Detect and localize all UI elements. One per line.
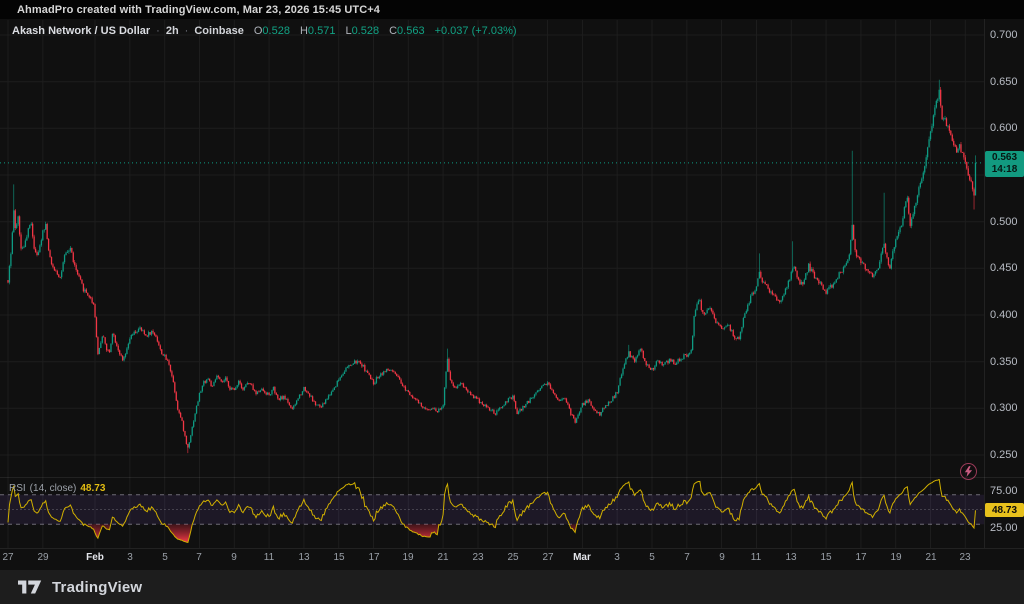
rsi-tick: 75.00 bbox=[990, 485, 1018, 497]
rsi-value-badge: 48.73 bbox=[985, 503, 1024, 517]
time-tick: 15 bbox=[322, 552, 356, 563]
time-tick: 7 bbox=[182, 552, 216, 563]
lightning-icon bbox=[964, 466, 973, 477]
time-tick-month: Feb bbox=[78, 552, 112, 563]
time-tick: 9 bbox=[705, 552, 739, 563]
price-tick: 0.300 bbox=[990, 402, 1018, 414]
price-tick: 0.650 bbox=[990, 76, 1018, 88]
tradingview-logo-icon[interactable] bbox=[18, 579, 44, 595]
ohlc-high: H0.571 bbox=[296, 25, 335, 37]
time-tick: 9 bbox=[217, 552, 251, 563]
exchange-label: Coinbase bbox=[194, 25, 244, 37]
price-change: +0.037 (+7.03%) bbox=[435, 25, 517, 37]
time-tick: 23 bbox=[948, 552, 982, 563]
time-tick: 3 bbox=[600, 552, 634, 563]
time-tick-month: Mar bbox=[565, 552, 599, 563]
chart-canvas[interactable] bbox=[0, 0, 1024, 604]
time-tick: 27 bbox=[531, 552, 565, 563]
bar-countdown: 14:18 bbox=[992, 164, 1018, 176]
price-tick: 0.400 bbox=[990, 309, 1018, 321]
legend-separator: · bbox=[156, 25, 160, 37]
time-tick: 25 bbox=[496, 552, 530, 563]
time-tick: 5 bbox=[148, 552, 182, 563]
price-tick: 0.350 bbox=[990, 356, 1018, 368]
rsi-tick: 25.00 bbox=[990, 522, 1018, 534]
price-tick: 0.600 bbox=[990, 122, 1018, 134]
time-tick: 7 bbox=[670, 552, 704, 563]
last-price-value: 0.563 bbox=[992, 152, 1017, 164]
time-tick: 11 bbox=[252, 552, 286, 563]
last-price-badge: 0.563 14:18 bbox=[985, 151, 1024, 177]
time-tick: 27 bbox=[0, 552, 25, 563]
time-tick: 13 bbox=[774, 552, 808, 563]
footer-bar: TradingView bbox=[0, 570, 1024, 604]
time-tick: 21 bbox=[914, 552, 948, 563]
ohlc-open: O0.528 bbox=[250, 25, 290, 37]
rsi-params: (14, close) bbox=[30, 483, 77, 494]
time-tick: 17 bbox=[357, 552, 391, 563]
rsi-legend[interactable]: RSI (14, close) 48.73 bbox=[9, 483, 105, 494]
time-tick: 3 bbox=[113, 552, 147, 563]
ohlc-close: C0.563 bbox=[385, 25, 424, 37]
watermark-text: AhmadPro created with TradingView.com, M… bbox=[17, 4, 380, 16]
time-tick: 21 bbox=[426, 552, 460, 563]
rsi-value: 48.73 bbox=[80, 483, 105, 494]
tradingview-snapshot: AhmadPro created with TradingView.com, M… bbox=[0, 0, 1024, 604]
time-tick: 17 bbox=[844, 552, 878, 563]
symbol-legend: Akash Network / US Dollar · 2h · Coinbas… bbox=[12, 25, 517, 37]
symbol-title[interactable]: Akash Network / US Dollar bbox=[12, 25, 150, 37]
time-tick: 15 bbox=[809, 552, 843, 563]
price-tick: 0.250 bbox=[990, 449, 1018, 461]
watermark-bar: AhmadPro created with TradingView.com, M… bbox=[0, 0, 1024, 19]
time-tick: 11 bbox=[739, 552, 773, 563]
ohlc-low: L0.528 bbox=[341, 25, 379, 37]
time-tick: 29 bbox=[26, 552, 60, 563]
tradingview-brand[interactable]: TradingView bbox=[52, 579, 142, 596]
legend-separator: · bbox=[185, 25, 189, 37]
time-tick: 5 bbox=[635, 552, 669, 563]
rsi-title: RSI bbox=[9, 483, 26, 494]
time-tick: 23 bbox=[461, 552, 495, 563]
time-tick: 13 bbox=[287, 552, 321, 563]
time-tick: 19 bbox=[879, 552, 913, 563]
price-tick: 0.450 bbox=[990, 262, 1018, 274]
quick-trade-button[interactable] bbox=[960, 463, 977, 480]
interval-label[interactable]: 2h bbox=[166, 25, 179, 37]
time-tick: 19 bbox=[391, 552, 425, 563]
price-tick: 0.500 bbox=[990, 216, 1018, 228]
price-tick: 0.700 bbox=[990, 29, 1018, 41]
